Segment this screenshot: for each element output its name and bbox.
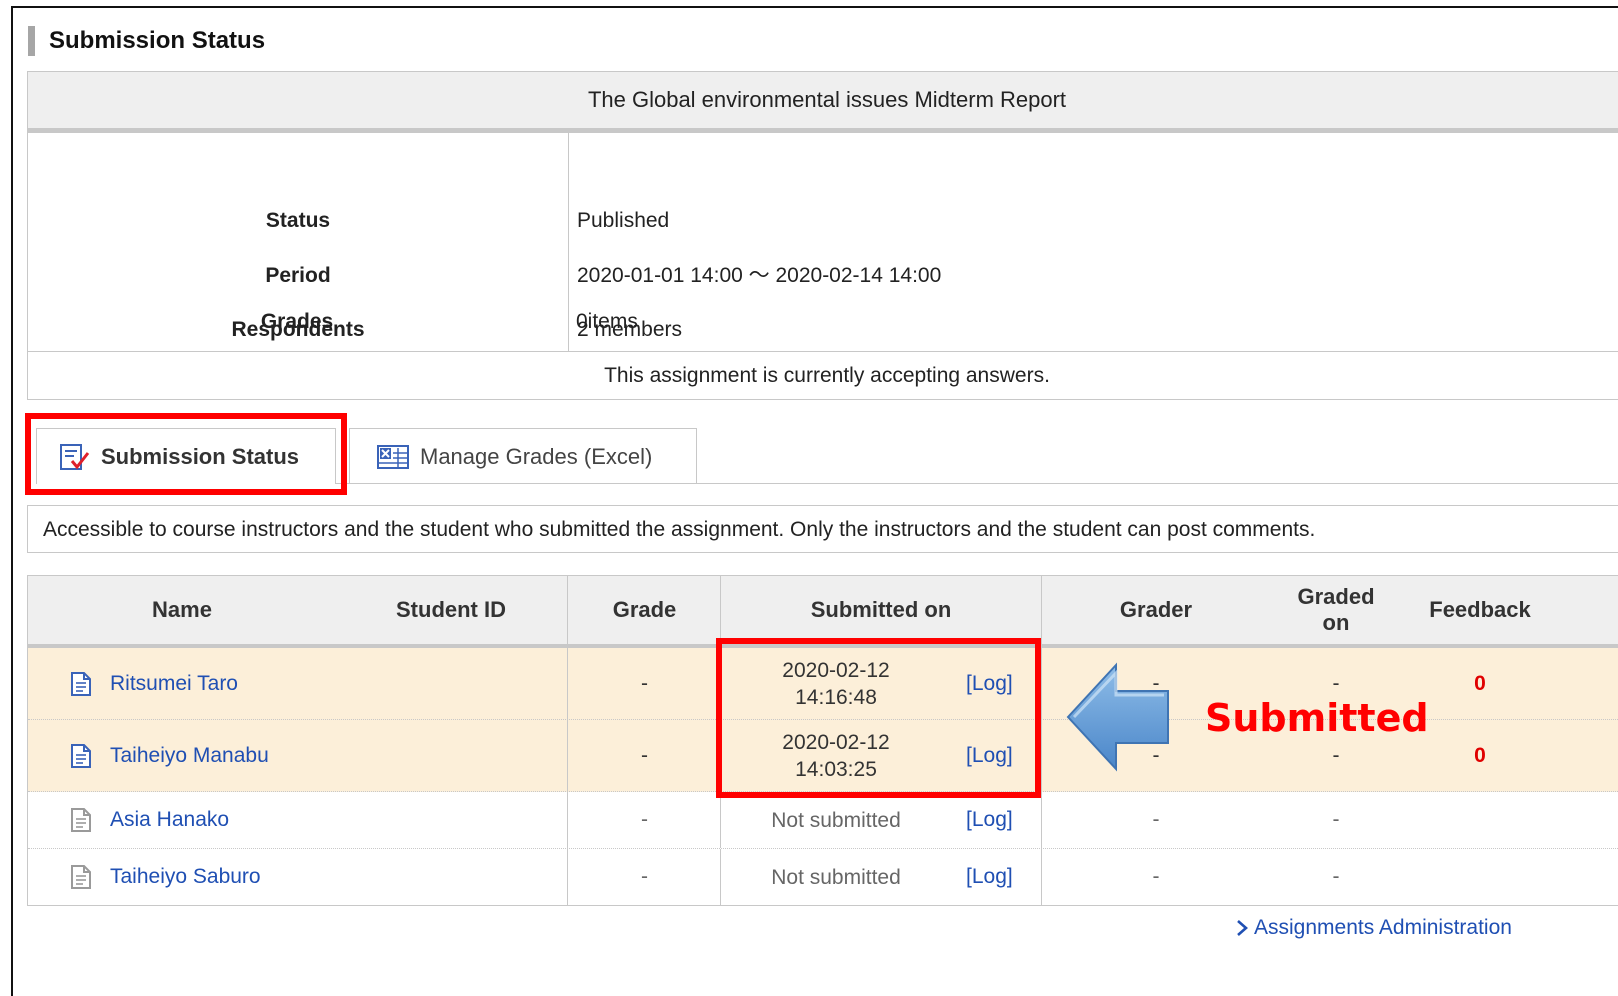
- student-name-cell: Asia Hanako: [70, 792, 229, 848]
- table-row: Asia Hanako - Not submitted [Log] - -: [28, 792, 1618, 849]
- assignment-info-table: The Global environmental issues Midterm …: [27, 71, 1618, 400]
- spreadsheet-icon: [377, 444, 409, 469]
- submitted-on-cell: Not submitted: [771, 808, 901, 832]
- grade-cell: -: [641, 808, 648, 831]
- student-name-link[interactable]: Ritsumei Taro: [110, 672, 238, 696]
- grader-cell: -: [1152, 808, 1160, 831]
- table-row: Taiheiyo Saburo - Not submitted [Log] - …: [28, 849, 1618, 905]
- status-row: Status Published: [28, 206, 1618, 236]
- tab-manage-grades[interactable]: Manage Grades (Excel): [349, 428, 697, 484]
- grade-cell: -: [641, 671, 648, 695]
- assignment-title: The Global environmental issues Midterm …: [28, 72, 1618, 133]
- header-feedback: Feedback: [1429, 597, 1531, 622]
- grades-value: 0items: [576, 310, 638, 333]
- grades-label: Grades: [260, 310, 334, 333]
- student-name-link[interactable]: Taiheiyo Saburo: [110, 865, 261, 889]
- tab-manage-grades-label: Manage Grades (Excel): [420, 443, 653, 469]
- graded-on-cell: -: [1332, 808, 1340, 831]
- assignments-admin-link[interactable]: Assignments Administration: [1235, 914, 1512, 942]
- accepting-answers-note: This assignment is currently accepting a…: [604, 364, 1050, 387]
- period-value: 2020-01-01 14:00 ～ 2020-02-14 14:00: [577, 264, 942, 287]
- submitted-on-cell: Not submitted: [771, 865, 901, 889]
- header-submitted-on: Submitted on: [810, 597, 952, 622]
- student-name-link[interactable]: Taiheiyo Manabu: [110, 744, 269, 768]
- student-name-cell: Ritsumei Taro: [70, 648, 238, 719]
- feedback-count[interactable]: 0: [1416, 720, 1544, 791]
- header-grade: Grade: [612, 597, 677, 622]
- document-icon: [71, 743, 91, 768]
- header-student-id: Student ID: [396, 597, 506, 622]
- assignments-admin-label: Assignments Administration: [1254, 916, 1512, 939]
- status-value: Published: [577, 209, 670, 232]
- header-grader: Grader: [1119, 597, 1193, 622]
- log-link[interactable]: [Log]: [966, 849, 1026, 905]
- log-link[interactable]: [Log]: [966, 792, 1026, 848]
- highlight-box-tab: [25, 413, 347, 495]
- status-label: Status: [265, 209, 331, 232]
- header-graded-on-line2: on: [1322, 610, 1350, 635]
- page-title: Submission Status: [28, 26, 265, 56]
- grader-cell: -: [1152, 865, 1160, 888]
- student-name-cell: Taiheiyo Manabu: [70, 720, 269, 791]
- submitted-annotation-label: Submitted: [1205, 696, 1429, 740]
- period-label: Period: [265, 264, 331, 287]
- period-row: Period 2020-01-01 14:00 ～ 2020-02-14 14:…: [28, 261, 1618, 291]
- tab-baseline: [336, 483, 1618, 484]
- header-graded-on-line1: Graded: [1297, 584, 1375, 609]
- grade-cell: -: [641, 865, 648, 888]
- student-name-link[interactable]: Asia Hanako: [110, 808, 229, 832]
- highlight-box-submitted: [716, 638, 1041, 798]
- document-icon: [71, 808, 91, 832]
- grade-cell: -: [641, 743, 648, 767]
- document-icon: [71, 865, 91, 889]
- feedback-count[interactable]: 0: [1416, 648, 1544, 719]
- grades-row: Grades 0items: [27, 307, 1618, 337]
- document-icon: [71, 671, 91, 696]
- header-graded-on: Graded on: [1270, 576, 1402, 644]
- graded-on-cell: -: [1332, 865, 1340, 888]
- student-name-cell: Taiheiyo Saburo: [70, 849, 261, 905]
- header-name: Name: [152, 597, 212, 622]
- chevron-right-icon: [1237, 920, 1248, 936]
- access-note: Accessible to course instructors and the…: [27, 505, 1618, 553]
- left-arrow-icon: [1066, 662, 1169, 772]
